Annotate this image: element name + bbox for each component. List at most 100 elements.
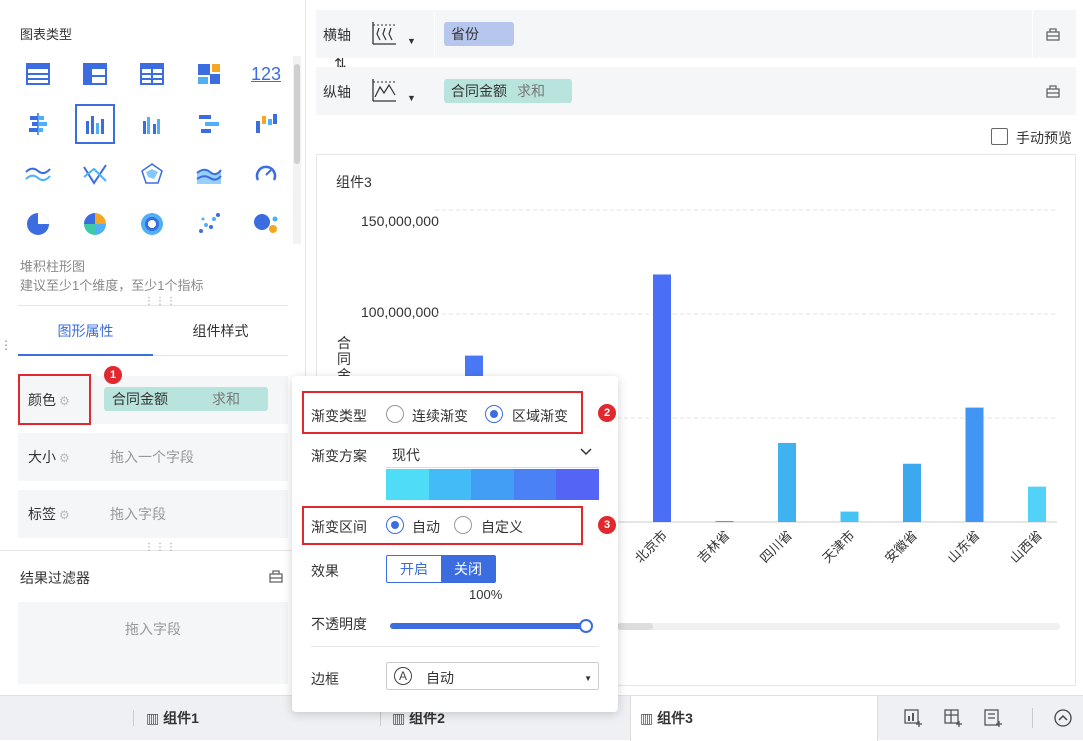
effect-off-button[interactable]: 关闭 [441,556,495,582]
resize-handle-icon[interactable]: ⋮⋮⋮ [144,542,177,553]
tag-drop-placeholder: 拖入字段 [110,506,166,522]
size-property-row[interactable]: 大小 ⚙ 拖入一个字段 [18,433,288,481]
opacity-slider-track[interactable] [390,619,593,633]
bar[interactable] [903,463,921,522]
gradient-scheme-select[interactable]: 现代 [386,444,599,468]
table-icon[interactable] [18,54,58,94]
bar[interactable] [965,407,984,522]
label-property-row[interactable]: 标签 ⚙ 拖入字段 [18,490,288,538]
chart-type-title: 图表类型 [20,27,73,42]
y-axis-label: 纵轴 [323,84,351,100]
x-axis-chart-icon[interactable] [370,20,398,49]
area-icon[interactable] [189,154,229,194]
x-tick-label: 天津市 [819,528,857,566]
waterfall-icon[interactable] [246,104,286,144]
selected-chart-hint: 建议至少1个维度，至少1个指标 [20,278,204,293]
chevron-down-icon [579,444,593,461]
divider [1032,708,1033,728]
tab-component-style[interactable]: 组件样式 [153,310,288,356]
manual-preview-label: 手动预览 [1016,130,1072,146]
effect-toggle: 开启 关闭 [386,555,496,583]
cross-table-icon[interactable] [75,54,115,94]
side-drag-icon[interactable]: ⋮ [0,338,12,352]
detail-table-icon[interactable] [132,54,172,94]
border-auto-icon: A [394,667,412,685]
bar-chart-icon: ▥ [146,710,164,726]
border-value: 自动 [426,670,454,686]
grouped-column-icon[interactable] [132,104,172,144]
resize-handle-icon[interactable]: ⋮⋮⋮ [144,296,177,307]
x-tick-label: 山东省 [944,528,982,566]
tab-component-1[interactable]: ▥ 组件1 [146,696,199,741]
chart-scrollbar[interactable] [617,623,1060,630]
y-field-pill[interactable]: 合同金额 求和 [444,79,572,103]
bubble-icon[interactable] [246,204,286,244]
stacked-bar-icon[interactable] [18,104,58,144]
y-axis-chart-icon[interactable] [370,77,398,106]
tab-component-3[interactable]: ▥ 组件3 [640,696,693,741]
scrollbar-thumb[interactable] [617,623,653,630]
bar[interactable] [715,520,734,522]
effect-on-button[interactable]: 开启 [387,556,441,582]
donut-icon[interactable] [75,204,115,244]
line-icon[interactable] [18,154,58,194]
scheme-value: 现代 [392,447,420,463]
add-component-icon[interactable] [903,708,923,731]
gradient-swatch-bar[interactable] [386,469,599,500]
radar-icon[interactable] [132,154,172,194]
color-swatch [471,469,514,500]
tab-graphic-properties[interactable]: 图形属性 [18,310,153,356]
kpi-icon[interactable]: 123 [246,54,286,94]
color-field-pill[interactable]: 合同金额 求和 [104,387,268,411]
x-field-pill[interactable]: 省份 [444,22,514,46]
pie-icon[interactable] [18,204,58,244]
opacity-slider-thumb[interactable] [579,619,593,633]
add-table-icon[interactable] [943,708,963,731]
manual-preview-checkbox[interactable] [991,128,1008,145]
property-tabs: 图形属性 组件样式 [18,310,288,356]
selected-chart-name: 堆积柱形图 [20,259,86,274]
opacity-slider-fill [390,623,586,629]
y-axis-row[interactable]: 纵轴 ▼ 合同金额 求和 [316,67,1076,115]
scrollbar-thumb[interactable] [294,64,300,164]
ranged-bar-icon[interactable] [189,104,229,144]
step-badge-1: 1 [104,366,122,384]
color-swatch [556,469,599,500]
gradient-scheme-label: 渐变方案 [311,448,367,464]
color-field-name: 合同金额 [112,391,168,407]
highlight-box-2 [302,391,583,434]
divider [133,710,134,726]
add-text-icon[interactable] [983,708,1003,731]
filter-drop-placeholder: 拖入字段 [125,621,181,637]
gauge-icon[interactable] [246,154,286,194]
bar-chart-icon: ▥ [640,710,658,726]
rose-icon[interactable] [132,204,172,244]
stacked-column-icon[interactable] [75,104,115,144]
collapse-up-icon[interactable] [1053,708,1073,731]
x-tick-label: 安徽省 [882,528,920,566]
bar[interactable] [778,442,796,522]
dropdown-arrow-icon[interactable]: ▼ [407,93,416,103]
x-tick-label: 山西省 [1007,528,1045,566]
lock-icon[interactable] [268,567,284,586]
chart-grid-scrollbar[interactable] [293,56,301,244]
filter-drop-zone[interactable]: 拖入字段 [18,602,288,684]
lock-icon[interactable] [1045,25,1061,44]
parallel-icon[interactable] [75,154,115,194]
bar[interactable] [653,274,671,522]
step-badge-2: 2 [598,404,616,422]
lock-icon[interactable] [1045,82,1061,101]
color-swatch [513,469,557,500]
x-tick-label: 北京市 [632,528,670,566]
bar[interactable] [840,511,859,522]
dropdown-arrow-icon[interactable]: ▼ [407,36,416,46]
step-badge-3: 3 [598,516,616,534]
gear-icon[interactable]: ⚙ [59,508,70,522]
x-axis-row[interactable]: 横轴 ▼ 省份 [316,10,1076,58]
y-field-agg: 求和 [517,83,545,99]
border-select[interactable]: A 自动 ▼ [386,662,599,690]
scatter-icon[interactable] [189,204,229,244]
gear-icon[interactable]: ⚙ [59,451,70,465]
treemap-icon[interactable] [189,54,229,94]
bar[interactable] [1028,486,1046,522]
